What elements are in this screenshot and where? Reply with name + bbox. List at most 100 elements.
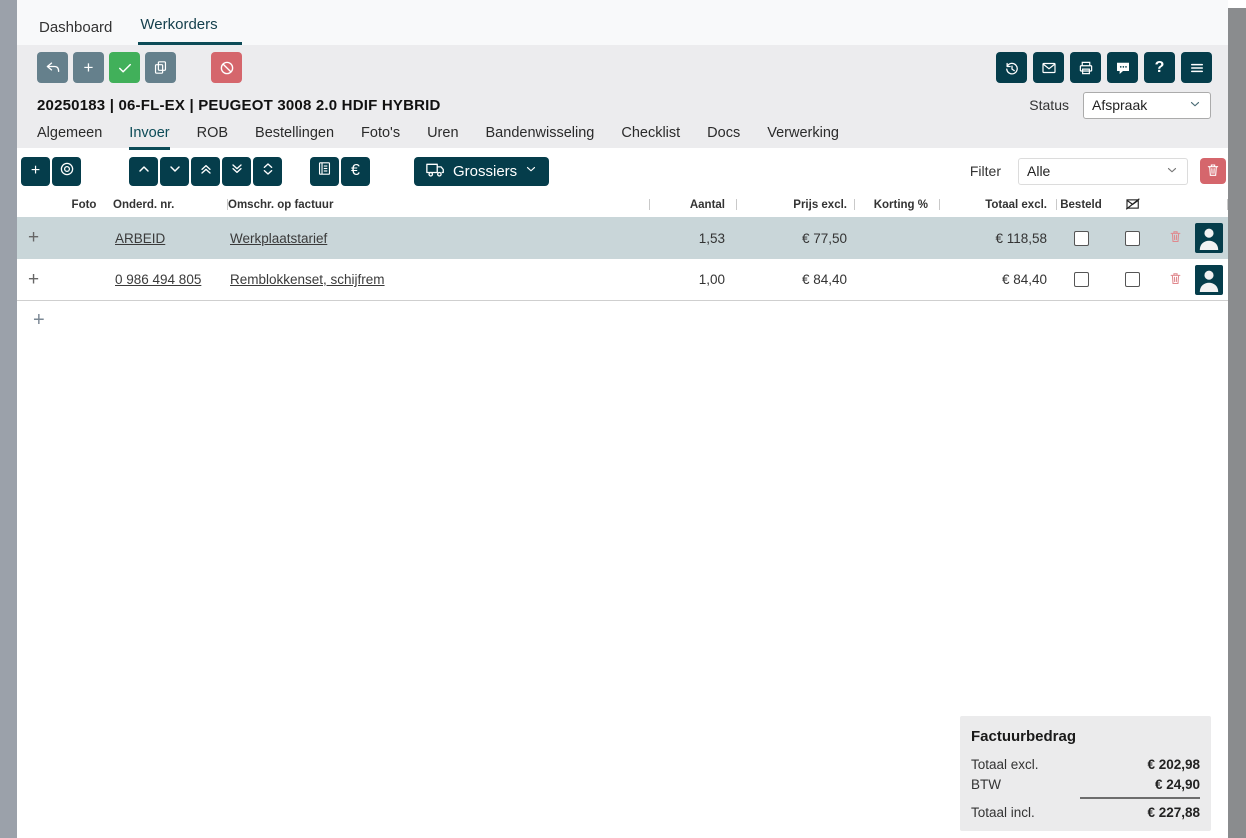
move-down-button[interactable] (160, 157, 189, 186)
table-row[interactable]: + ARBEID Werkplaatstarief 1,53 € 77,50 €… (17, 217, 1228, 259)
table-header: Foto Onderd. nr. Omschr. op factuur Aant… (17, 193, 1228, 217)
tab-uren[interactable]: Uren (427, 125, 458, 150)
filter-label: Filter (970, 163, 1001, 179)
onderd-nr-link[interactable]: ARBEID (113, 231, 165, 246)
expand-row-button[interactable]: + (17, 269, 55, 291)
prijs-cell: € 84,40 (737, 272, 855, 287)
totaal-incl-value: € 227,88 (1147, 805, 1200, 820)
crossed-envelope-icon (1124, 195, 1142, 216)
grossiers-label: Grossiers (453, 163, 517, 180)
move-top-button[interactable] (191, 157, 220, 186)
header-korting[interactable]: Korting % (855, 193, 940, 217)
app-window: Dashboard Werkorders + (0, 0, 1246, 838)
header-user-col (1190, 193, 1228, 217)
grossiers-dropdown-button[interactable]: Grossiers (414, 157, 549, 186)
truck-icon (425, 160, 446, 183)
omschrijving-link[interactable]: Remblokkenset, schijfrem (228, 272, 385, 287)
add-new-line-button[interactable]: + (17, 301, 1228, 332)
tab-fotos[interactable]: Foto's (361, 125, 400, 150)
table-row[interactable]: + 0 986 494 805 Remblokkenset, schijfrem… (17, 259, 1228, 301)
ban-icon (218, 59, 236, 77)
totaal-cell: € 84,40 (940, 272, 1057, 287)
email-button[interactable] (1033, 52, 1064, 83)
euro-icon: € (351, 162, 360, 180)
copy-button[interactable] (145, 52, 176, 83)
person-icon (1196, 266, 1222, 295)
journal-icon (316, 160, 333, 182)
price-button[interactable]: € (341, 157, 370, 186)
chevron-down-icon (524, 162, 538, 180)
summary-divider (1080, 797, 1200, 799)
history-button[interactable] (996, 52, 1027, 83)
check-icon (116, 59, 134, 77)
add-workorder-button[interactable]: + (73, 52, 104, 83)
envelope-icon (1040, 59, 1058, 77)
menu-button[interactable] (1181, 52, 1212, 83)
btw-label: BTW (971, 777, 1001, 792)
expand-row-button[interactable]: + (17, 227, 55, 249)
invoice-lines-toolbar: + € (17, 153, 1228, 189)
header-prijs-excl[interactable]: Prijs excl. (737, 193, 855, 217)
tab-algemeen[interactable]: Algemeen (37, 125, 102, 150)
filter-select[interactable]: Alle (1018, 158, 1188, 185)
delete-lines-button[interactable] (1200, 158, 1226, 184)
header-foto[interactable]: Foto (55, 193, 113, 217)
workorder-header: + (17, 45, 1228, 148)
help-button[interactable]: ? (1144, 52, 1175, 83)
back-button[interactable] (37, 52, 68, 83)
print-button[interactable] (1070, 52, 1101, 83)
status-select[interactable]: Afspraak (1083, 92, 1211, 119)
header-expand (17, 193, 55, 217)
aantal-cell: 1,53 (650, 231, 737, 246)
delete-row-button[interactable] (1160, 229, 1190, 247)
besteld-checkbox[interactable] (1074, 231, 1089, 246)
no-invoice-checkbox[interactable] (1125, 231, 1140, 246)
tab-invoer[interactable]: Invoer (129, 125, 169, 150)
trash-icon (1168, 229, 1183, 247)
onderd-nr-link[interactable]: 0 986 494 805 (113, 272, 201, 287)
prijs-cell: € 77,50 (737, 231, 855, 246)
copy-icon (152, 59, 169, 76)
plus-icon: + (84, 58, 94, 78)
vertical-scrollbar[interactable] (1228, 8, 1246, 838)
tab-checklist[interactable]: Checklist (621, 125, 680, 150)
omschrijving-link[interactable]: Werkplaatstarief (228, 231, 327, 246)
person-icon (1196, 224, 1222, 253)
add-line-button[interactable]: + (21, 157, 50, 186)
no-invoice-checkbox[interactable] (1125, 272, 1140, 287)
move-up-button[interactable] (129, 157, 158, 186)
btw-value: € 24,90 (1155, 777, 1200, 792)
tab-bandenwisseling[interactable]: Bandenwisseling (486, 125, 595, 150)
mechanic-avatar[interactable] (1195, 223, 1223, 253)
plus-icon: + (31, 162, 40, 180)
double-chevron-down-icon (229, 161, 245, 182)
tab-docs[interactable]: Docs (707, 125, 740, 150)
header-aantal[interactable]: Aantal (650, 193, 737, 217)
chat-button[interactable] (1107, 52, 1138, 83)
totaal-cell: € 118,58 (940, 231, 1057, 246)
move-bottom-button[interactable] (222, 157, 251, 186)
topnav-tab-werkorders[interactable]: Werkorders (138, 6, 241, 45)
status-label: Status (1029, 97, 1069, 113)
save-button[interactable] (109, 52, 140, 83)
header-onderd-nr[interactable]: Onderd. nr. (113, 193, 228, 217)
catalog-button[interactable] (310, 157, 339, 186)
double-chevron-up-icon (198, 161, 214, 182)
workorder-title: 20250183 | 06-FL-EX | PEUGEOT 3008 2.0 H… (37, 97, 441, 114)
printer-icon (1077, 59, 1095, 77)
chevron-down-icon (1188, 97, 1202, 114)
header-omschrijving[interactable]: Omschr. op factuur (228, 193, 650, 217)
mechanic-avatar[interactable] (1195, 265, 1223, 295)
tab-rob[interactable]: ROB (197, 125, 228, 150)
topnav-tab-dashboard[interactable]: Dashboard (37, 9, 114, 45)
tab-verwerking[interactable]: Verwerking (767, 125, 839, 150)
header-no-invoice[interactable] (1105, 193, 1160, 217)
besteld-checkbox[interactable] (1074, 272, 1089, 287)
cancel-workorder-button[interactable] (211, 52, 242, 83)
sort-button[interactable] (253, 157, 282, 186)
delete-row-button[interactable] (1160, 271, 1190, 289)
header-totaal-excl[interactable]: Totaal excl. (940, 193, 1057, 217)
tab-bestellingen[interactable]: Bestellingen (255, 125, 334, 150)
view-button[interactable] (52, 157, 81, 186)
header-besteld[interactable]: Besteld (1057, 193, 1105, 217)
